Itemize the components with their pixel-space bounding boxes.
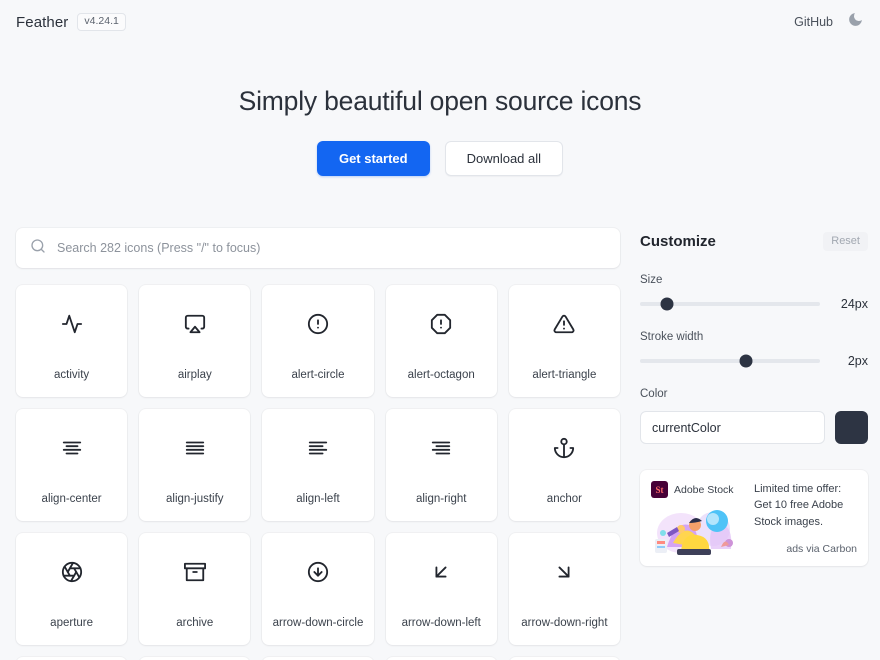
size-slider-track[interactable]	[640, 297, 820, 311]
align-center-icon	[61, 425, 83, 471]
icon-card-align-left[interactable]: align-left	[262, 409, 374, 521]
icon-card-alert-circle[interactable]: alert-circle	[262, 285, 374, 397]
icon-card-label: arrow-down-left	[401, 617, 481, 629]
reset-button[interactable]: Reset	[823, 231, 868, 251]
icon-card-arrow-down-left[interactable]: arrow-down-left	[385, 533, 497, 645]
icon-card-label: alert-triangle	[532, 369, 597, 381]
alert-octagon-icon	[430, 301, 452, 347]
download-all-button[interactable]: Download all	[444, 141, 564, 176]
icon-card-label: alert-octagon	[407, 369, 475, 381]
ad-media: St Adobe Stock	[651, 481, 743, 555]
adobe-stock-logo-text: Adobe Stock	[674, 483, 734, 496]
icon-card-label: archive	[176, 617, 214, 629]
aperture-icon	[61, 549, 83, 595]
align-justify-icon	[184, 425, 206, 471]
icon-card-anchor[interactable]: anchor	[508, 409, 620, 521]
arrow-down-right-icon	[553, 549, 575, 595]
icon-card-label: align-justify	[166, 493, 224, 505]
icon-card-airplay[interactable]: airplay	[139, 285, 251, 397]
ad-via-label: ads via Carbon	[786, 543, 857, 555]
icon-card-alert-octagon[interactable]: alert-octagon	[385, 285, 497, 397]
icon-grid: activity airplay alert-circle alert-octagon…	[16, 285, 620, 660]
icon-card-activity[interactable]: activity	[16, 285, 128, 397]
anchor-icon	[553, 425, 575, 471]
stroke-width-slider-row: 2px	[640, 354, 868, 368]
icon-card-label: airplay	[177, 369, 212, 381]
customize-header: Customize Reset	[640, 228, 868, 254]
alert-triangle-icon	[553, 301, 575, 347]
top-bar-actions: GitHub	[794, 11, 864, 33]
icon-card-aperture[interactable]: aperture	[16, 533, 128, 645]
page-title: Simply beautiful open source icons	[238, 86, 642, 116]
stroke-width-label: Stroke width	[640, 331, 704, 343]
arrow-down-circle-icon	[307, 549, 329, 595]
icon-card-label: aperture	[50, 617, 94, 629]
get-started-button[interactable]: Get started	[316, 141, 430, 176]
size-slider-thumb[interactable]	[660, 297, 674, 311]
icon-card-label: activity	[54, 369, 90, 381]
icon-card-label: anchor	[546, 493, 582, 505]
brand-name: Feather	[16, 13, 69, 31]
search-icon	[30, 238, 46, 259]
github-link[interactable]: GitHub	[794, 15, 833, 29]
moon-icon[interactable]	[847, 11, 864, 33]
arrow-down-left-icon	[430, 549, 452, 595]
stroke-width-value: 2px	[847, 354, 868, 368]
icon-card-archive[interactable]: archive	[139, 533, 251, 645]
main-content: activity airplay alert-circle alert-octagon…	[0, 228, 880, 660]
icon-card-label: arrow-down-circle	[272, 617, 364, 629]
version-badge: v4.24.1	[77, 13, 126, 31]
icon-card-label: arrow-down-right	[521, 617, 608, 629]
icon-card-label: alert-circle	[291, 369, 345, 381]
activity-icon	[61, 301, 83, 347]
icon-card-arrow-down-circle[interactable]: arrow-down-circle	[262, 533, 374, 645]
size-value: 24px	[840, 297, 868, 311]
align-left-icon	[307, 425, 329, 471]
icon-card-arrow-down-right[interactable]: arrow-down-right	[508, 533, 620, 645]
icon-card-label: align-left	[296, 493, 340, 505]
icon-card-align-justify[interactable]: align-justify	[139, 409, 251, 521]
align-right-icon	[430, 425, 452, 471]
icon-card-label: align-right	[415, 493, 467, 505]
icon-card-alert-triangle[interactable]: alert-triangle	[508, 285, 620, 397]
stroke-width-slider-track[interactable]	[640, 354, 820, 368]
top-bar: Feather v4.24.1 GitHub	[0, 0, 880, 44]
icons-column: activity airplay alert-circle alert-octagon…	[16, 228, 620, 660]
icon-card-align-center[interactable]: align-center	[16, 409, 128, 521]
icon-card-align-right[interactable]: align-right	[385, 409, 497, 521]
adobe-stock-logo: St Adobe Stock	[651, 481, 743, 498]
adobe-stock-mark-icon: St	[651, 481, 668, 498]
size-slider-row: 24px	[640, 297, 868, 311]
color-label: Color	[640, 388, 668, 400]
color-swatch-button[interactable]	[835, 411, 868, 444]
alert-circle-icon	[307, 301, 329, 347]
color-row	[640, 411, 868, 444]
hero-actions: Get started Download all	[0, 141, 880, 176]
customize-title: Customize	[640, 232, 716, 250]
archive-icon	[183, 549, 206, 595]
stroke-width-slider-thumb[interactable]	[739, 354, 753, 368]
ad-text: Limited time offer: Get 10 free Adobe St…	[754, 483, 844, 528]
search-bar[interactable]	[16, 228, 620, 268]
icon-card-label: align-center	[41, 493, 102, 505]
search-input[interactable]	[57, 241, 606, 255]
carbon-ad[interactable]: St Adobe Stock Limited time offer: Get 1…	[640, 470, 868, 566]
size-label: Size	[640, 274, 663, 286]
color-input[interactable]	[640, 411, 825, 444]
customize-column: Customize Reset Size 24px Stroke width 2…	[640, 228, 868, 566]
hero-section: Simply beautiful open source icons Get s…	[0, 44, 880, 176]
ad-illustration	[651, 503, 743, 555]
airplay-icon	[184, 301, 206, 347]
ad-body: Limited time offer: Get 10 free Adobe St…	[754, 481, 857, 555]
